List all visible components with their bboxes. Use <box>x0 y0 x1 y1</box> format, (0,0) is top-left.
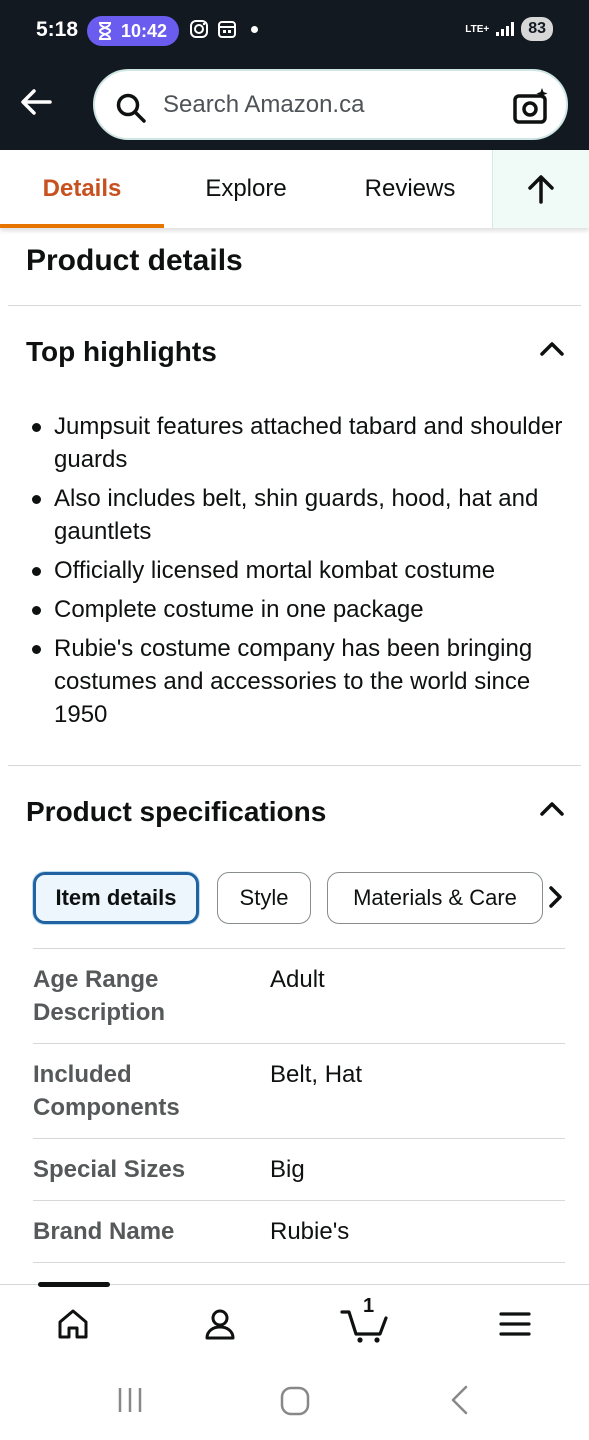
spec-key: Age Range Description <box>33 966 166 1026</box>
recent-apps-icon[interactable] <box>116 1382 144 1418</box>
status-right: LTE+ 83 <box>465 17 553 41</box>
list-item: Also includes belt, shin guards, hood, h… <box>28 482 568 548</box>
camera-search-icon[interactable] <box>512 87 550 125</box>
spec-value: Rubie's <box>270 1218 350 1245</box>
signal-icon <box>496 22 515 36</box>
page-title: Product details <box>26 244 243 277</box>
system-back-icon[interactable] <box>446 1382 474 1418</box>
chip-materials-care[interactable]: Materials & Care <box>327 872 543 924</box>
active-nav-indicator <box>38 1282 110 1287</box>
section-tabs: Details Explore Reviews <box>0 150 589 228</box>
list-item: Jumpsuit features attached tabard and sh… <box>28 410 568 476</box>
content-area[interactable]: Product details Top highlights Jumpsuit … <box>0 230 589 1284</box>
search-box[interactable] <box>93 69 568 140</box>
status-time: 5:18 <box>36 18 79 41</box>
table-row: Included Components Belt, Hat <box>33 1043 565 1138</box>
table-row: Brand Name Rubie's <box>33 1200 565 1262</box>
arrow-up-icon <box>528 175 554 204</box>
spec-category-chips: Item details Style Materials & Care <box>33 872 569 924</box>
search-header <box>0 62 589 150</box>
spec-key: Included Components <box>33 1061 180 1121</box>
timer-value: 10:42 <box>121 20 168 41</box>
spec-value: Adult <box>270 966 325 993</box>
system-nav-bar <box>0 1360 589 1440</box>
chevron-up-icon[interactable] <box>539 796 565 822</box>
nav-home[interactable] <box>48 1299 98 1349</box>
chevron-right-icon[interactable] <box>545 884 565 910</box>
spec-value: Big <box>270 1156 305 1183</box>
spec-table: Age Range Description Adult Included Com… <box>33 948 565 1284</box>
table-row: Age Range Description Adult <box>33 948 565 1043</box>
cart-count-badge: 1 <box>363 1295 375 1317</box>
hourglass-icon <box>98 22 112 40</box>
calendar-icon <box>218 21 236 38</box>
spec-value: Belt, Hat <box>270 1061 363 1088</box>
table-row: Special Sizes Big <box>33 1138 565 1200</box>
search-icon <box>116 93 146 123</box>
divider <box>8 305 581 306</box>
top-highlights-title[interactable]: Top highlights <box>26 336 217 368</box>
list-item: Rubie's costume company has been bringin… <box>28 632 568 731</box>
nav-account[interactable] <box>195 1299 245 1349</box>
battery-level: 83 <box>521 17 553 41</box>
nav-menu[interactable] <box>490 1299 540 1349</box>
tab-reviews[interactable]: Reviews <box>328 150 492 228</box>
timer-pill: 10:42 <box>87 16 179 46</box>
menu-icon <box>499 1312 531 1336</box>
table-row-partial <box>33 1262 565 1284</box>
home-icon <box>58 1309 88 1339</box>
chip-item-details[interactable]: Item details <box>33 872 199 924</box>
list-item: Officially licensed mortal kombat costum… <box>28 554 568 587</box>
spec-key: Special Sizes <box>33 1156 186 1183</box>
tab-details[interactable]: Details <box>0 150 164 228</box>
notification-icons <box>189 19 258 39</box>
back-arrow-icon[interactable] <box>18 84 54 120</box>
spec-key: Brand Name <box>33 1218 175 1245</box>
product-specifications-title[interactable]: Product specifications <box>26 796 326 828</box>
search-input[interactable] <box>163 91 493 119</box>
network-type: LTE+ <box>465 23 490 35</box>
divider <box>8 765 581 766</box>
home-button-icon[interactable] <box>279 1382 311 1418</box>
list-item: Complete costume in one package <box>28 593 568 626</box>
highlights-list: Jumpsuit features attached tabard and sh… <box>28 410 568 737</box>
instagram-icon <box>190 20 208 38</box>
chip-style[interactable]: Style <box>217 872 311 924</box>
account-icon <box>205 1309 235 1340</box>
scroll-to-top-button[interactable] <box>492 150 589 228</box>
notification-dot <box>251 25 258 33</box>
tab-explore[interactable]: Explore <box>164 150 328 228</box>
bottom-nav: 1 <box>0 1282 589 1360</box>
status-bar: 5:18 10:42 LTE+ 83 <box>0 0 589 62</box>
nav-cart[interactable]: 1 <box>340 1295 390 1349</box>
chevron-up-icon[interactable] <box>539 336 565 362</box>
